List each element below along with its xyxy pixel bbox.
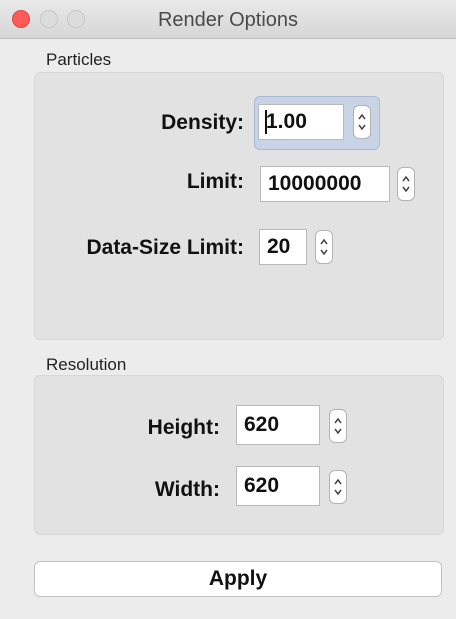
width-label: Width: — [154, 478, 220, 501]
title-bar[interactable]: Render Options — [0, 0, 456, 39]
density-field[interactable]: 1.00 — [258, 104, 344, 140]
minimize-window-button[interactable] — [40, 10, 58, 28]
height-field[interactable]: 620 — [236, 405, 320, 445]
window-title: Render Options — [157, 9, 299, 31]
up-down-arrows-icon — [402, 175, 410, 193]
particles-section-label: Particles — [46, 50, 112, 69]
resolution-section-label: Resolution — [46, 355, 127, 374]
width-field[interactable]: 620 — [236, 466, 320, 506]
height-label: Height: — [147, 416, 220, 439]
up-down-arrows-icon — [320, 238, 328, 256]
density-stepper[interactable] — [353, 105, 371, 139]
density-label: Density: — [161, 111, 244, 134]
limit-stepper[interactable] — [397, 167, 415, 201]
data-size-limit-field[interactable]: 20 — [259, 229, 307, 265]
up-down-arrows-icon — [358, 113, 366, 131]
up-down-arrows-icon — [334, 417, 342, 435]
close-window-button[interactable] — [12, 10, 30, 28]
zoom-window-button[interactable] — [67, 10, 85, 28]
limit-label: Limit: — [186, 170, 244, 193]
limit-field[interactable]: 10000000 — [260, 166, 390, 202]
apply-button[interactable]: Apply — [34, 561, 442, 597]
data-size-limit-label: Data-Size Limit: — [86, 236, 244, 259]
data-size-limit-stepper[interactable] — [315, 230, 333, 264]
up-down-arrows-icon — [334, 478, 342, 496]
resolution-group — [34, 375, 444, 535]
width-stepper[interactable] — [329, 470, 347, 504]
height-stepper[interactable] — [329, 409, 347, 443]
render-options-window: Render Options Particles Density: 1.00 L… — [0, 0, 456, 619]
text-caret — [265, 110, 267, 134]
